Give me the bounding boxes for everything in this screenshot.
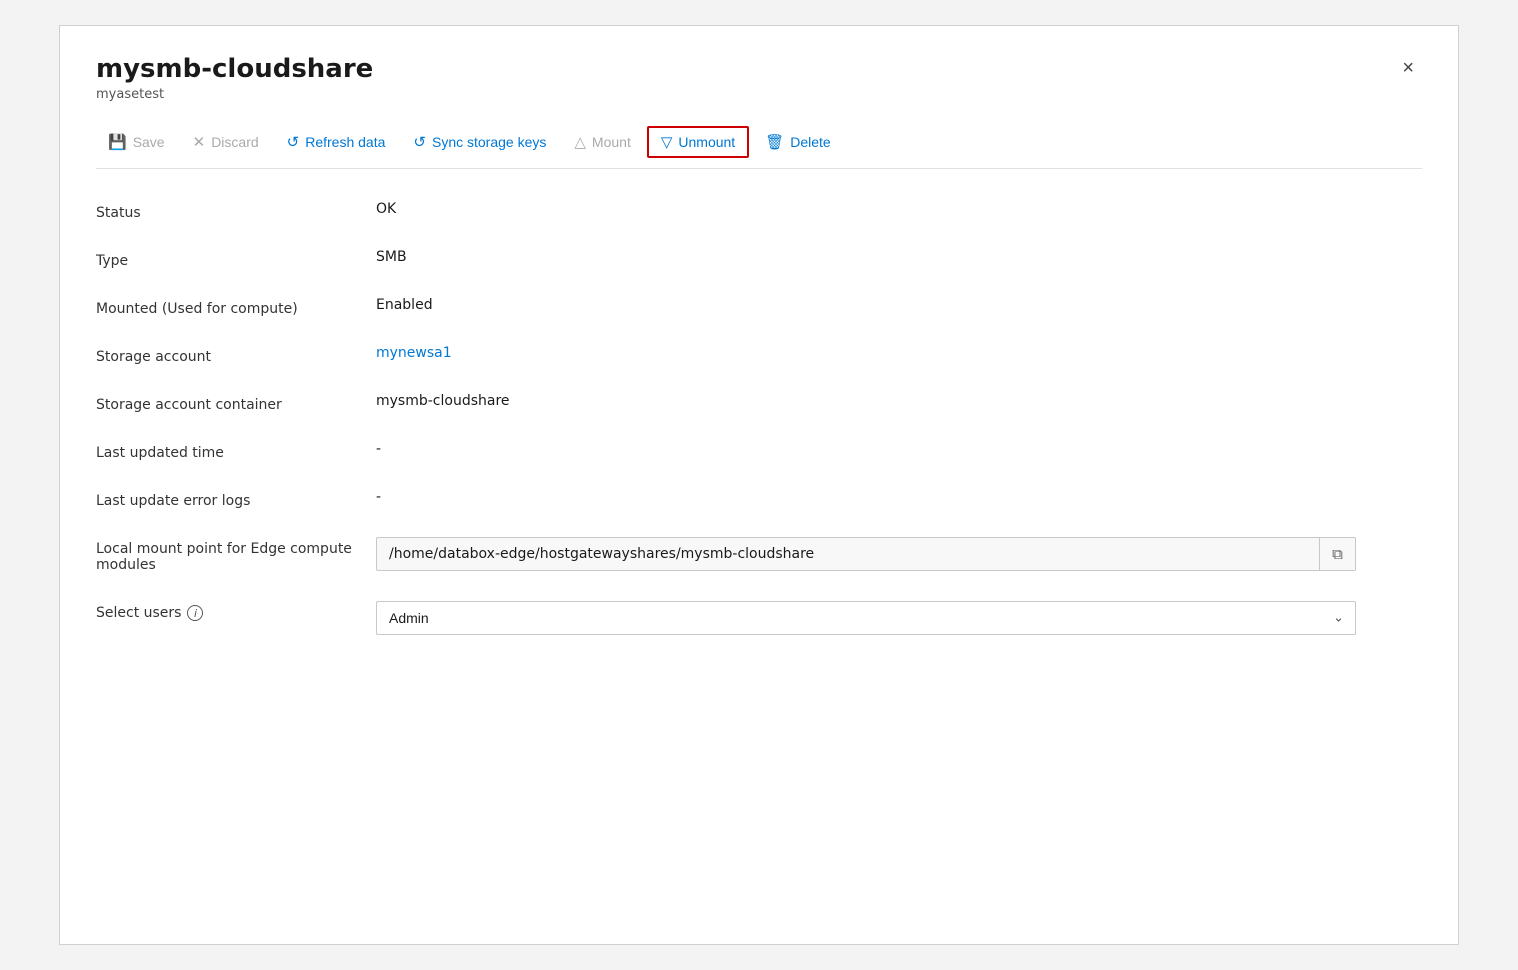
mount-icon: △ (574, 135, 586, 150)
storage-account-label: Storage account (96, 345, 376, 365)
form-body: Status OK Type SMB Mounted (Used for com… (96, 201, 1422, 635)
mount-button[interactable]: △ Mount (562, 128, 642, 156)
unmount-icon: ▽ (661, 135, 673, 150)
toolbar: 💾 Save ✕ Discard ↺ Refresh data ↺ Sync s… (96, 116, 1422, 169)
save-icon: 💾 (108, 135, 127, 150)
close-button[interactable]: × (1394, 54, 1422, 82)
copy-icon: ⧉ (1332, 546, 1343, 563)
status-value: OK (376, 201, 1422, 217)
last-updated-value: - (376, 441, 1422, 457)
panel-subtitle: myasetest (96, 87, 373, 102)
select-users-label: Select users i (96, 601, 376, 621)
sync-icon: ↺ (413, 135, 426, 150)
discard-icon: ✕ (193, 135, 206, 150)
storage-account-value: mynewsa1 (376, 345, 1422, 361)
type-label: Type (96, 249, 376, 269)
last-error-value: - (376, 489, 1422, 505)
select-users-dropdown[interactable]: Admin (376, 601, 1356, 635)
panel-header: mysmb-cloudshare myasetest × (96, 54, 1422, 102)
storage-container-label: Storage account container (96, 393, 376, 413)
copy-button[interactable]: ⧉ (1319, 538, 1355, 570)
delete-button[interactable]: 🗑 Delete (753, 128, 843, 156)
sync-storage-keys-button[interactable]: ↺ Sync storage keys (401, 128, 558, 156)
panel-title: mysmb-cloudshare (96, 54, 373, 85)
last-error-label: Last update error logs (96, 489, 376, 509)
local-mount-field: /home/databox-edge/hostgatewayshares/mys… (376, 537, 1356, 571)
type-value: SMB (376, 249, 1422, 265)
refresh-button[interactable]: ↺ Refresh data (275, 128, 398, 156)
mounted-value: Enabled (376, 297, 1422, 313)
local-mount-label: Local mount point for Edge compute modul… (96, 537, 376, 573)
save-button[interactable]: 💾 Save (96, 128, 177, 156)
detail-panel: mysmb-cloudshare myasetest × 💾 Save ✕ Di… (59, 25, 1459, 945)
discard-button[interactable]: ✕ Discard (181, 128, 271, 156)
delete-icon: 🗑 (765, 135, 784, 150)
status-label: Status (96, 201, 376, 221)
last-updated-label: Last updated time (96, 441, 376, 461)
select-users-wrapper: Admin ⌄ (376, 601, 1356, 635)
info-icon: i (187, 605, 203, 621)
mounted-label: Mounted (Used for compute) (96, 297, 376, 317)
panel-title-block: mysmb-cloudshare myasetest (96, 54, 373, 102)
unmount-button[interactable]: ▽ Unmount (647, 126, 749, 158)
local-mount-value: /home/databox-edge/hostgatewayshares/mys… (377, 538, 1319, 570)
storage-container-value: mysmb-cloudshare (376, 393, 1422, 409)
refresh-icon: ↺ (287, 135, 300, 150)
